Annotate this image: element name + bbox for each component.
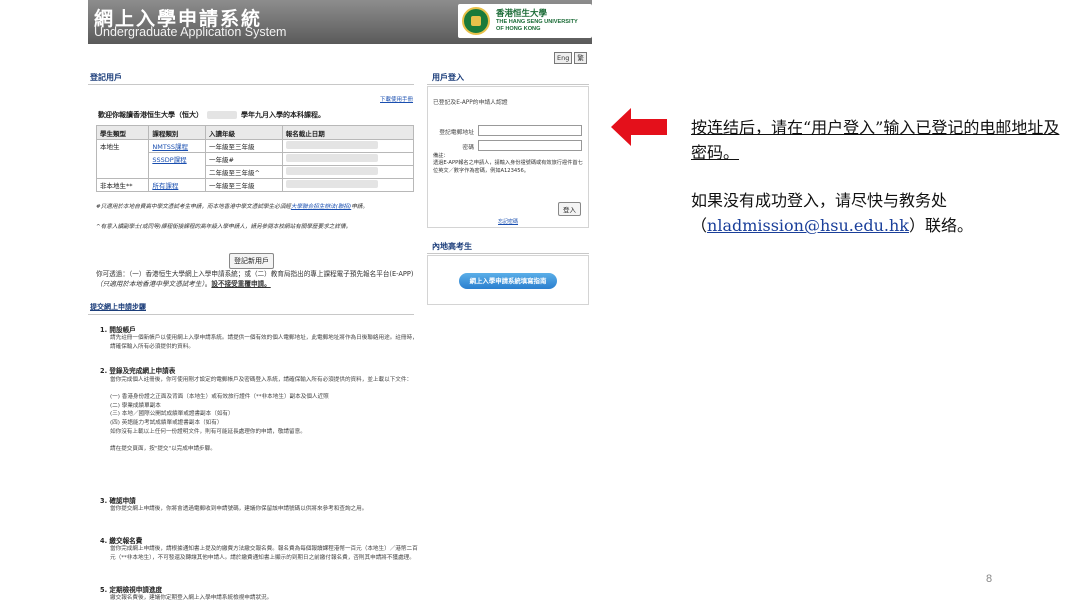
table-cell-type: 非本地生** [95, 178, 150, 192]
table-header: 學生類型 [95, 125, 150, 140]
lang-english-button[interactable]: Eng [554, 52, 573, 64]
redacted-deadline [285, 141, 378, 149]
table-row: 本地生 NMTSS課程 一年級至三年級 [95, 139, 415, 179]
divider [427, 253, 589, 254]
step-title: 4. 繳交報名費 [100, 537, 143, 545]
step-body: 當你完成網上申請後，請根據通知書上提及的繳費方法繳交報名費。報名費為每個報讀課程… [110, 546, 418, 561]
lang-traditional-chinese-button[interactable]: 繁 [574, 52, 587, 64]
table-cell-deadline [281, 165, 415, 179]
table-cell-deadline [281, 178, 415, 192]
table-header: 入讀年級 [204, 125, 283, 140]
contact-text-post: ）联络。 [909, 216, 974, 235]
table-row: 非本地生** 所有課程 一年級至三年級 [95, 178, 415, 192]
intro-text-post: 學年九月入學的本科課程。 [241, 111, 325, 119]
no-duplicate-notice: 設不接受重覆申請。 [211, 279, 271, 288]
mainland-heading: 內地高考生 [432, 242, 472, 251]
register-new-user-button[interactable]: 登記新用戶 [229, 253, 274, 269]
download-manual-link[interactable]: 下載使用手冊 [380, 95, 413, 103]
table-cell-year: 二年級至三年級^ [204, 165, 283, 179]
redacted-deadline [285, 154, 378, 162]
footnote-text: #只適用於本地自費高中學文憑試考生申請，而本地香港中學文憑試學生必須經 [96, 204, 291, 210]
step-body: 請先註冊一個新帳戶以使用網上入學申請系統。請提供一個有效的個人電郵地址，此電郵地… [110, 335, 418, 350]
divider [88, 84, 414, 85]
login-note: 備註： 透過E-APP報名之申請人，請輸入身份證號碼或有效旅行證件首七位英文／數… [433, 153, 583, 174]
programme-link-all[interactable]: 所有課程 [148, 178, 206, 192]
user-login-heading: 用戶登入 [432, 73, 464, 82]
login-button[interactable]: 登入 [558, 202, 581, 216]
table-cell-year: 一年級至三年級 [204, 139, 283, 153]
divider [427, 84, 589, 85]
step-title: 1. 開設帳戶 [100, 326, 136, 334]
password-label: 密碼 [462, 145, 474, 151]
table-cell-deadline [281, 139, 415, 153]
page-number: 8 [986, 573, 993, 585]
instruction-login: 按连结后，请在“用户登入”输入已登记的电邮地址及密码。 [691, 118, 1060, 162]
login-panel: 已登記及E-APP的申請人認證 登記電郵地址 密碼 備註： 透過E-APP報名之… [427, 86, 589, 228]
university-seal-icon [462, 7, 490, 35]
university-logo[interactable]: 香港恒生大學 THE HANG SENG UNIVERSITY OF HONG … [458, 4, 592, 38]
intro-text: 歡迎你報讀香港恒生大學（恒大） 學年九月入學的本科課程。 [98, 110, 418, 120]
table-cell-type: 本地生 [95, 139, 150, 179]
login-hint: 已登記及E-APP的申請人認證 [433, 100, 508, 106]
email-label: 登記電郵地址 [439, 130, 474, 136]
step-title: 5. 定期檢視申請進度 [100, 586, 163, 594]
table-header-row: 學生類型 課程類別 入讀年級 報名截止日期 [95, 125, 415, 140]
footnote-local: #只適用於本地自費高中學文憑試考生申請，而本地香港中學文憑試學生必須經大學聯合招… [96, 203, 416, 211]
site-banner: 網上入學申請系統 Undergraduate Application Syste… [88, 0, 592, 44]
table-header: 課程類別 [148, 125, 206, 140]
step-title: 2. 登錄及完成網上申請表 [100, 367, 176, 375]
mainland-panel: 網上入學申請系統填寫指南 [427, 255, 589, 305]
banner-title-en: Undergraduate Application System [94, 25, 287, 39]
channel-text: 你可透過：（一）香港恒生大學網上入學申請系統；或（二）教育局指出的專上課程電子預… [96, 270, 414, 278]
application-channel-text: 你可透過：（一）香港恒生大學網上入學申請系統；或（二）教育局指出的專上課程電子預… [96, 270, 418, 289]
programme-link-sssdp[interactable]: SSSDP課程 [148, 152, 206, 179]
table-header: 報名截止日期 [281, 125, 415, 140]
footnote-senior-year: ^有意入讀副學士(或同等)課程銜接課程的高年級入學申請人，請另參閱本校網站有關學… [96, 224, 352, 230]
redacted-year [207, 111, 237, 119]
table-cell-year: 一年級至三年級 [204, 178, 283, 192]
deadline-table: 學生類型 課程類別 入讀年級 報名截止日期 本地生 NMTSS課程 一年級至三年… [95, 125, 415, 192]
step-body: 當你完成個人註冊後，你可使用剛才設定的電郵帳戶及密碼登入系統，請確保輸入所有必須… [110, 377, 413, 452]
password-field[interactable] [478, 140, 582, 151]
forgot-password-link[interactable]: 忘記密碼 [498, 218, 518, 225]
instruction-contact: 如果没有成功登入，请尽快与教务处（nladmission@hsu.edu.hk）… [691, 188, 1061, 238]
step-body: 繳交報名費後，建議你定期登入網上入學申請系統檢視申請狀況。 [110, 595, 273, 601]
admission-email-link[interactable]: nladmission@hsu.edu.hk [707, 216, 909, 235]
footnote-text: 申請。 [351, 204, 368, 210]
logo-name-en-2: OF HONG KONG [496, 26, 541, 32]
table-cell-deadline [281, 152, 415, 166]
language-switch: Eng 繁 [554, 52, 587, 64]
step-body: 當你提交網上申請後，你將會透過電郵收到申請號碼，建議你保留該申請號碼以供將來參考… [110, 506, 368, 512]
step-title: 3. 確認申請 [100, 497, 136, 505]
red-arrow-left-icon [611, 108, 667, 146]
steps-heading: 提交網上申請步驟 [90, 303, 146, 311]
redacted-deadline [285, 167, 378, 175]
logo-name-en-1: THE HANG SENG UNIVERSITY [496, 19, 578, 25]
application-guide-button[interactable]: 網上入學申請系統填寫指南 [459, 273, 557, 289]
programme-link-nmtss[interactable]: NMTSS課程 [148, 139, 206, 153]
email-field[interactable] [478, 125, 582, 136]
channel-text-italic: （只適用於本地香港中學文憑試考生） [96, 279, 205, 288]
registered-user-heading: 登記用戶 [90, 73, 122, 82]
table-cell-year: 一年級# [204, 152, 283, 166]
redacted-deadline [285, 180, 378, 188]
intro-text-pre: 歡迎你報讀香港恒生大學（恒大） [98, 111, 203, 119]
jupas-link[interactable]: 大學聯合招生辦法(聯招) [291, 204, 351, 210]
application-system-screenshot: 網上入學申請系統 Undergraduate Application Syste… [88, 0, 592, 608]
divider [88, 314, 414, 315]
logo-name-zh: 香港恒生大學 [496, 9, 548, 19]
